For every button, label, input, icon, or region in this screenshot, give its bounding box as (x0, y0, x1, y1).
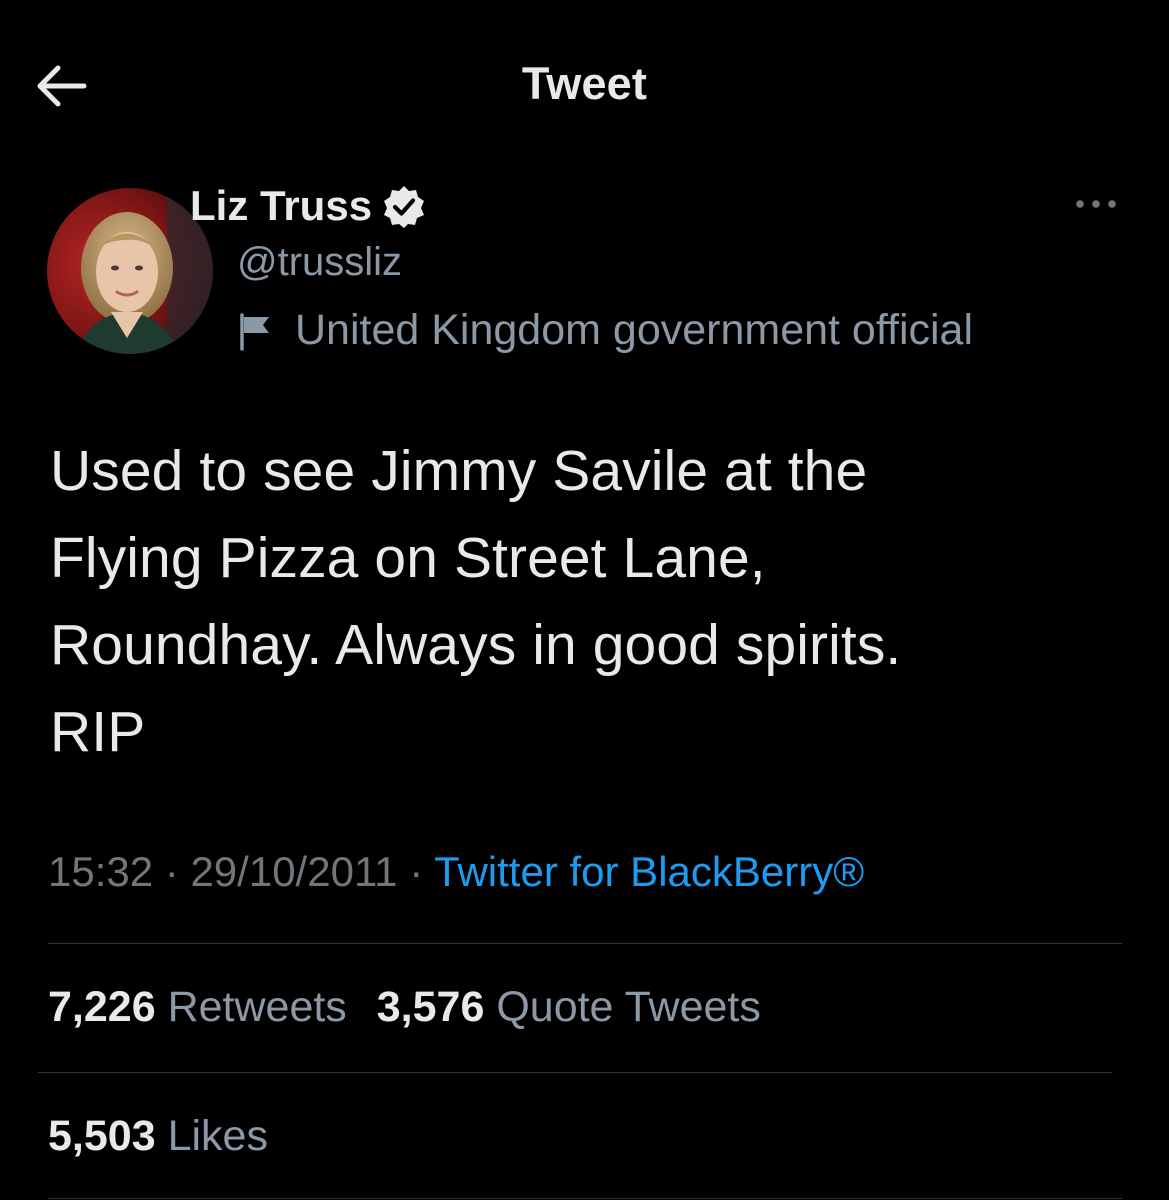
tweet-source-link[interactable]: Twitter for BlackBerry® (434, 848, 864, 895)
engagement-stats: 7,226 Retweets 3,576 Quote Tweets (48, 983, 761, 1032)
header: Tweet (0, 0, 1169, 175)
quote-tweets-count: 3,576 (376, 983, 485, 1031)
quote-tweets-label: Quote Tweets (496, 983, 761, 1031)
government-label-text: United Kingdom government official (295, 306, 974, 354)
likes-count: 5,503 (48, 1112, 156, 1160)
retweets-stat[interactable]: 7,226 Retweets (48, 983, 347, 1032)
divider (38, 1072, 1112, 1073)
divider (48, 943, 1122, 944)
likes-stat[interactable]: 5,503 Likes (48, 1112, 268, 1161)
verified-badge-icon (382, 184, 426, 228)
more-horizontal-icon (1074, 197, 1118, 215)
divider (48, 1198, 1122, 1199)
likes-label: Likes (167, 1112, 268, 1160)
author-handle[interactable]: @trussliz (237, 240, 402, 285)
retweets-count: 7,226 (48, 983, 156, 1031)
meta-separator: · (164, 848, 179, 895)
quote-tweets-stat[interactable]: 3,576 Quote Tweets (377, 983, 761, 1032)
government-label[interactable]: United Kingdom government official (237, 306, 973, 355)
retweets-label: Retweets (167, 983, 347, 1031)
flag-icon (237, 309, 273, 353)
meta-separator: · (409, 848, 424, 895)
display-name[interactable]: Liz Truss (190, 182, 372, 230)
tweet-text: Used to see Jimmy Savile at the Flying P… (50, 439, 902, 764)
likes-stat-line: 5,503 Likes (48, 1112, 268, 1161)
more-options-button[interactable] (1068, 188, 1124, 224)
author-name-line: Liz Truss (190, 178, 426, 234)
page-title: Tweet (521, 58, 648, 109)
avatar[interactable] (47, 188, 213, 354)
tweet-time[interactable]: 15:32 (48, 848, 153, 895)
tweet-date[interactable]: 29/10/2011 (190, 848, 397, 895)
tweet-meta: 15:32 · 29/10/2011 · Twitter for BlackBe… (48, 848, 864, 896)
